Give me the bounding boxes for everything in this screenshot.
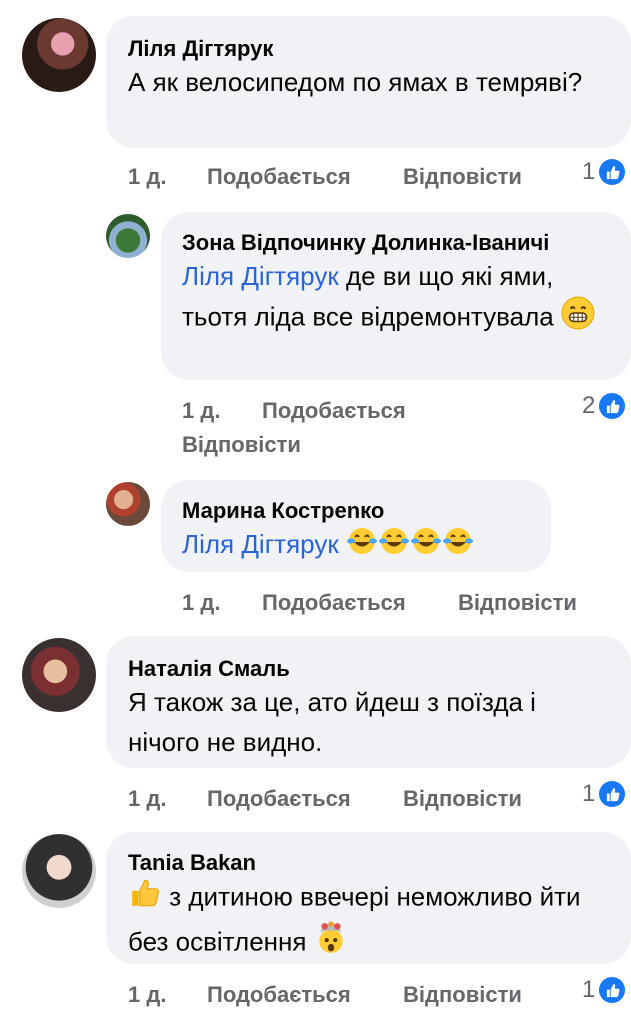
comment-author[interactable]: Tania Bakan [128,850,256,876]
reaction-count[interactable]: 1 [582,780,626,808]
comment-text: Я також за це, ато йдеш з поїзда і нічог… [128,687,536,757]
comment-author[interactable]: Наталія Смаль [128,656,290,682]
like-button[interactable]: Подобається [262,398,406,424]
reply-button[interactable]: Відповісти [182,432,301,458]
comment-author[interactable]: Зона Відпочинку Долинка-Іваничі [182,230,549,256]
mention-link[interactable]: Ліля Дігтярук [182,529,339,559]
comment-author[interactable]: Марина Кострenко [182,498,384,524]
thumbs-up-icon [128,876,162,921]
avatar[interactable] [106,214,150,258]
like-button[interactable]: Подобається [207,164,351,190]
reply-button[interactable]: Відповісти [403,164,522,190]
exploding-head-icon [314,921,348,966]
comment-time[interactable]: 1 д. [128,982,166,1008]
comment-time[interactable]: 1 д. [128,164,166,190]
comment-author[interactable]: Ліля Дігтярук [128,36,273,62]
like-button[interactable]: Подобається [207,982,351,1008]
comment-text: з дитиною ввечері неможливо йти без осві… [128,876,608,966]
tears-of-joy-icon [378,526,410,567]
comment-body: з дитиною ввечері неможливо йти без осві… [128,881,581,957]
like-button[interactable]: Подобається [262,590,406,616]
reply-button[interactable]: Відповісти [458,590,577,616]
like-reaction-icon [599,393,626,419]
tears-of-joy-icon [442,526,474,567]
reply-button[interactable]: Відповісти [403,786,522,812]
comment-text: Ліля Дігтярук де ви що які ями, тьотя лі… [182,256,622,341]
comment-time[interactable]: 1 д. [182,398,220,424]
comment-time[interactable]: 1 д. [182,590,220,616]
reaction-count[interactable]: 1 [582,976,626,1004]
reply-button[interactable]: Відповісти [403,982,522,1008]
like-reaction-icon [599,159,626,185]
like-reaction-icon [599,781,626,807]
reaction-count[interactable]: 1 [582,158,626,186]
tears-of-joy-icon [346,526,378,567]
avatar[interactable] [22,638,96,712]
like-button[interactable]: Подобається [207,786,351,812]
mention-link[interactable]: Ліля Дігтярук [182,261,339,291]
avatar[interactable] [22,18,96,92]
avatar[interactable] [22,834,96,908]
avatar[interactable] [106,482,150,526]
comment-text: А як велосипедом по ямах в темряві? [128,67,583,97]
comment-text: Ліля Дігтярук [182,524,542,567]
comment-time[interactable]: 1 д. [128,786,166,812]
like-reaction-icon [599,977,626,1003]
reaction-count[interactable]: 2 [582,392,626,420]
tears-of-joy-icon [410,526,442,567]
grinning-face-icon [561,296,595,341]
